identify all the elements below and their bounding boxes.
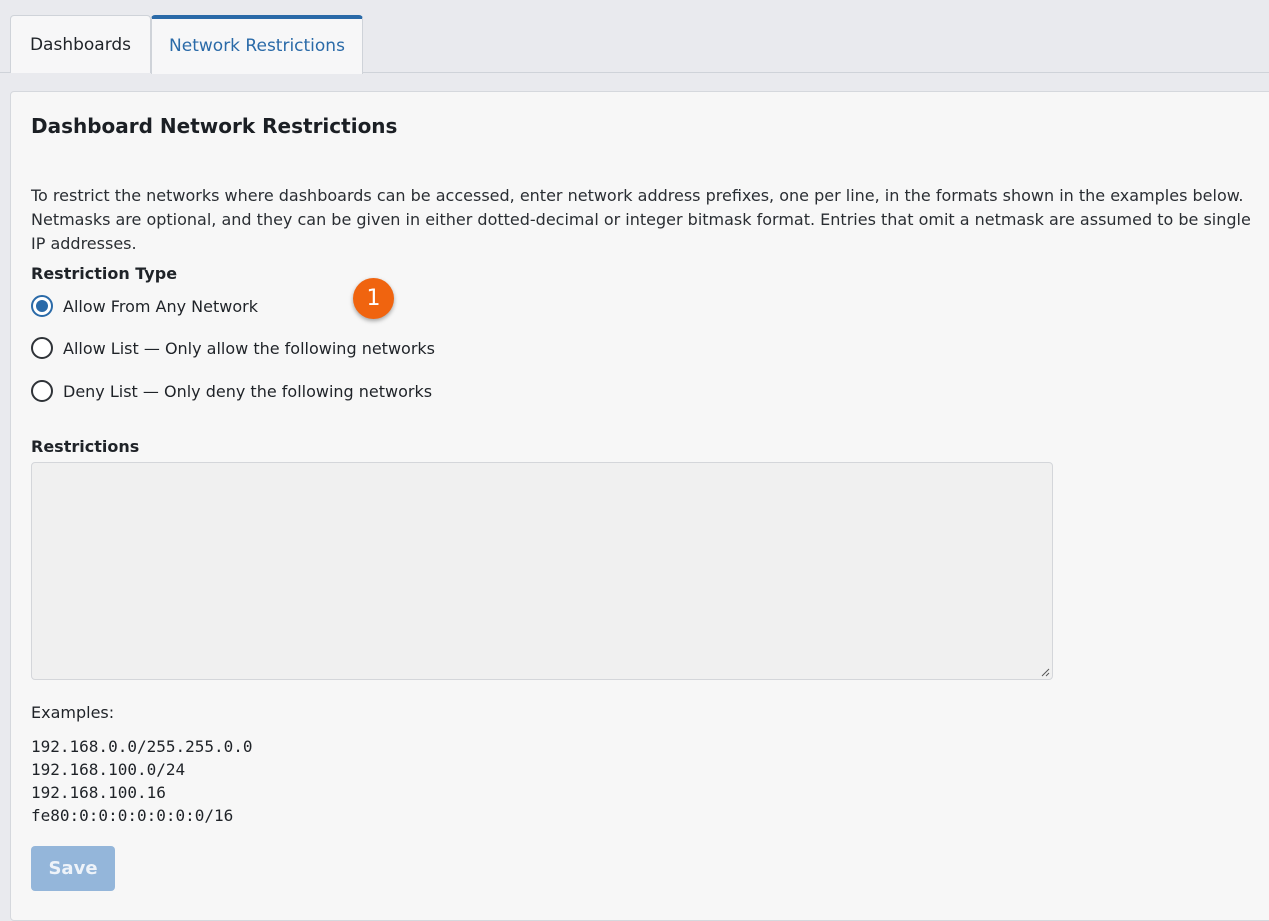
restrictions-textarea[interactable] — [31, 462, 1053, 680]
radio-deny-list[interactable]: Deny List — Only deny the following netw… — [31, 379, 432, 403]
radio-label-allow-list: Allow List — Only allow the following ne… — [63, 338, 435, 358]
radio-label-allow-any: Allow From Any Network — [63, 296, 258, 316]
radio-button[interactable] — [31, 337, 53, 359]
page-description: To restrict the networks where dashboard… — [31, 186, 1251, 253]
tab-dashboards[interactable]: Dashboards — [10, 15, 151, 73]
example-line: 192.168.100.16 — [31, 783, 166, 802]
callout-number-badge: 1 — [353, 278, 394, 319]
radio-button-checked[interactable] — [31, 295, 53, 317]
example-line: fe80:0:0:0:0:0:0:0/16 — [31, 806, 234, 825]
page-title: Dashboard Network Restrictions — [31, 114, 398, 138]
radio-label-deny-list: Deny List — Only deny the following netw… — [63, 381, 433, 401]
example-line: 192.168.100.0/24 — [31, 760, 186, 779]
radio-allow-any[interactable]: Allow From Any Network — [31, 294, 258, 318]
radio-allow-list[interactable]: Allow List — Only allow the following ne… — [31, 336, 435, 360]
resize-grip-icon[interactable] — [1040, 667, 1050, 677]
tab-bar: Dashboards Network Restrictions — [0, 0, 1269, 74]
save-button[interactable]: Save — [31, 846, 115, 891]
radio-button[interactable] — [31, 380, 53, 402]
examples-label: Examples: — [31, 703, 115, 722]
examples-list: 192.168.0.0/255.255.0.0 192.168.100.0/24… — [31, 735, 253, 827]
restriction-type-label: Restriction Type — [31, 264, 178, 283]
tab-network-restrictions[interactable]: Network Restrictions — [151, 15, 363, 74]
example-line: 192.168.0.0/255.255.0.0 — [31, 737, 253, 756]
restrictions-label: Restrictions — [31, 437, 140, 456]
